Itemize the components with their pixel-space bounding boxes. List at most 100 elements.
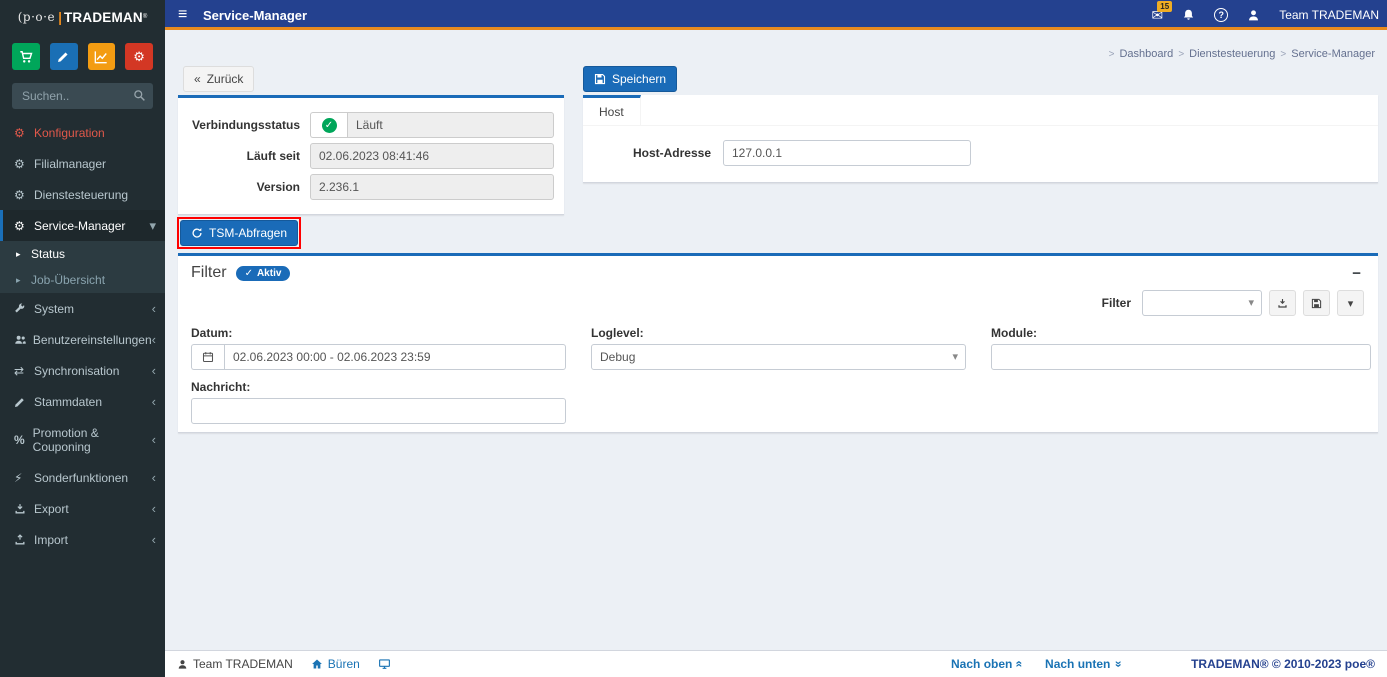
breadcrumb: > Dashboard > Dienstesteuerung > Service… [1109,48,1375,60]
double-angle-left-icon: « [194,72,201,86]
breadcrumb-dienstesteuerung[interactable]: Dienstesteuerung [1189,48,1275,60]
sidebar-subitem-label: Status [31,247,66,261]
sidebar-item-dienstesteuerung[interactable]: ⚙ Dienstesteuerung [0,179,165,210]
bell-icon [1182,8,1195,22]
chart-line-icon [94,50,108,64]
filter-panel-title: Filter [191,264,227,281]
load-filter-button[interactable] [1269,290,1296,316]
cart-icon [19,50,33,64]
filter-preset-row: Filter ▾ ▾ [178,284,1378,324]
save-filter-button[interactable] [1303,290,1330,316]
loglevel-select[interactable]: Debug ▾ [591,344,966,370]
save-button[interactable]: Speichern [583,66,678,92]
caret-right-icon: ▸ [16,274,21,285]
filter-more-dropdown-button[interactable]: ▾ [1337,290,1364,316]
chevron-left-icon: ‹ [151,393,156,409]
status-row-version: Version 2.236.1 [178,174,554,200]
sidebar-item-sonderfunktionen[interactable]: ⚡ Sonderfunktionen ‹ [0,462,165,493]
messages-button[interactable]: ✉ 15 [1151,0,1173,24]
search-input[interactable] [12,83,153,109]
percent-icon: % [14,432,25,447]
datum-range-input[interactable] [224,344,566,370]
sidebar-item-label: Import [34,532,69,547]
tab-host[interactable]: Host [583,95,641,125]
sidebar-item-label: Service-Manager [34,218,126,233]
help-button[interactable]: ? [1214,8,1229,22]
user-menu-button[interactable] [1247,9,1260,22]
shuffle-icon: ⇄ [14,363,25,378]
host-settings-panel: Host Host-Adresse [583,95,1378,183]
scroll-to-bottom-link[interactable]: Nach unten « [1045,657,1125,671]
notifications-button[interactable] [1182,8,1195,22]
tsm-abfragen-button[interactable]: TSM-Abfragen [180,220,299,246]
cogs-icon: ⚙ [133,48,145,64]
host-tabs: Host [583,95,1378,126]
calendar-icon[interactable] [191,344,224,370]
sidebar-item-konfiguration[interactable]: ⚙ Konfiguration [0,117,165,148]
sidebar-item-promotion-couponing[interactable]: % Promotion & Couponing ‹ [0,417,165,462]
sidebar-subitem-job-uebersicht[interactable]: ▸ Job-Übersicht [0,267,165,293]
sidebar-subitem-status[interactable]: ▸ Status [0,241,165,267]
angle-double-down-icon: « [1110,660,1125,668]
pencil-icon [57,50,70,63]
breadcrumb-dashboard[interactable]: Dashboard [1119,48,1173,60]
check-icon: ✓ [244,267,253,279]
chevron-left-icon: ‹ [151,531,156,547]
filter-preset-select[interactable]: ▾ [1142,290,1262,316]
save-button-label: Speichern [612,72,667,86]
host-address-label: Host-Adresse [632,146,711,160]
caret-right-icon: ▸ [16,248,21,259]
edit-button[interactable] [49,43,78,70]
sidebar-item-label: Stammdaten [34,394,103,409]
scroll-to-bottom-label: Nach unten [1045,657,1111,671]
status-row-verbindungsstatus: Verbindungsstatus ✓ Läuft [178,112,554,138]
home-icon [311,658,323,670]
filter-preset-label: Filter [1101,296,1131,310]
brand-mark: ® [142,14,148,20]
collapse-panel-icon[interactable]: − [1348,265,1365,282]
loglevel-value: Debug [600,350,636,364]
sidebar-item-benutzereinstellungen[interactable]: Benutzereinstellungen ‹ [0,324,165,355]
brand-logo[interactable]: (p·o·e | TRADEMAN ® [0,0,165,34]
scroll-to-top-link[interactable]: Nach oben « [951,657,1027,671]
service-manager-submenu: ▸ Status ▸ Job-Übersicht [0,241,165,293]
filter-active-badge-label: Aktiv [256,267,282,279]
datum-input-group [191,344,566,370]
footer: Team TRADEMAN Büren Nach oben « Nach unt… [165,650,1387,677]
user-icon [177,659,188,670]
back-button-label: Zurück [206,72,244,86]
cart-button[interactable] [12,43,40,70]
save-icon [594,73,606,85]
chart-button[interactable] [87,43,116,70]
user-account-label[interactable]: Team TRADEMAN [1279,8,1379,22]
nachricht-input[interactable] [191,398,566,424]
footer-user: Team TRADEMAN [177,657,293,671]
settings-button[interactable]: ⚙ [125,43,153,70]
module-field: Module: [991,324,1371,370]
pencil-icon [14,396,34,408]
question-icon: ? [1214,8,1229,22]
module-input[interactable] [991,344,1371,370]
host-address-input[interactable] [723,140,971,166]
version-value: 2.236.1 [310,174,554,200]
back-button[interactable]: « Zurück [183,66,255,92]
hamburger-menu-icon[interactable]: ≡ [178,0,187,30]
footer-location-label: Büren [327,657,360,671]
sidebar-item-stammdaten[interactable]: Stammdaten ‹ [0,386,165,417]
host-tab-content: Host-Adresse [583,126,1378,182]
field-label: Verbindungsstatus [191,118,300,132]
footer-terminal-button[interactable] [378,658,391,670]
sidebar-item-import[interactable]: Import ‹ [0,524,165,555]
top-navbar: ≡ Service-Manager ✉ 15 ? Team TRADEMAN [165,0,1387,30]
sidebar-item-synchronisation[interactable]: ⇄ Synchronisation ‹ [0,355,165,386]
sidebar-item-filialmanager[interactable]: ⚙ Filialmanager [0,148,165,179]
sidebar-item-system[interactable]: System ‹ [0,293,165,324]
sidebar-item-service-manager[interactable]: ⚙ Service-Manager ▾ [0,210,165,241]
chevron-left-icon: ‹ [151,431,156,447]
status-value-group: 02.06.2023 08:41:46 [310,143,554,169]
footer-location-link[interactable]: Büren [311,657,360,671]
datum-field: Datum: [191,324,566,370]
sidebar-item-export[interactable]: Export ‹ [0,493,165,524]
download-icon [1277,298,1288,309]
search-icon[interactable] [133,89,146,102]
